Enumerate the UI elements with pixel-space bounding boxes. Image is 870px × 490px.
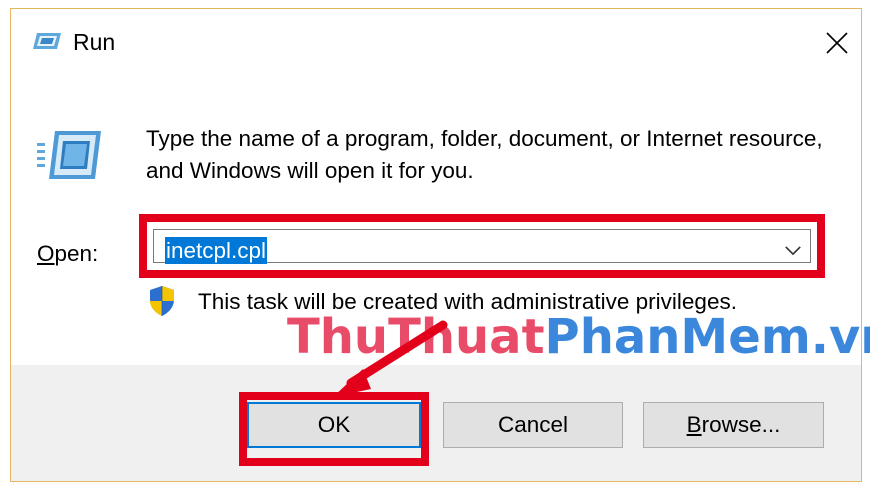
cancel-button[interactable]: Cancel <box>443 402 623 448</box>
browse-label: rowse... <box>701 412 781 437</box>
run-dialog: Run Type the name of a program, folder, … <box>10 8 870 482</box>
close-icon <box>826 32 848 54</box>
instruction-text: Type the name of a program, folder, docu… <box>146 126 823 183</box>
watermark-part2: PhanMem.vn <box>544 309 870 365</box>
close-button[interactable] <box>815 23 859 63</box>
browse-button[interactable]: Browse... <box>643 402 824 448</box>
chevron-down-icon[interactable] <box>782 240 804 260</box>
uac-shield-icon <box>148 285 176 317</box>
run-large-icon <box>37 129 103 181</box>
open-label-text: pen: <box>54 241 99 266</box>
open-combobox-highlight: inetcpl.cpl <box>139 214 825 278</box>
window-title: Run <box>73 29 116 55</box>
title-bar[interactable]: Run <box>11 9 861 67</box>
open-input-value[interactable]: inetcpl.cpl <box>165 237 268 264</box>
browse-mnemonic: B <box>686 412 702 437</box>
run-app-icon <box>33 31 63 51</box>
ok-button[interactable]: OK <box>247 402 421 448</box>
open-combobox[interactable]: inetcpl.cpl <box>153 229 811 264</box>
open-label: Open: <box>37 241 98 267</box>
open-label-mnemonic: O <box>37 241 55 266</box>
